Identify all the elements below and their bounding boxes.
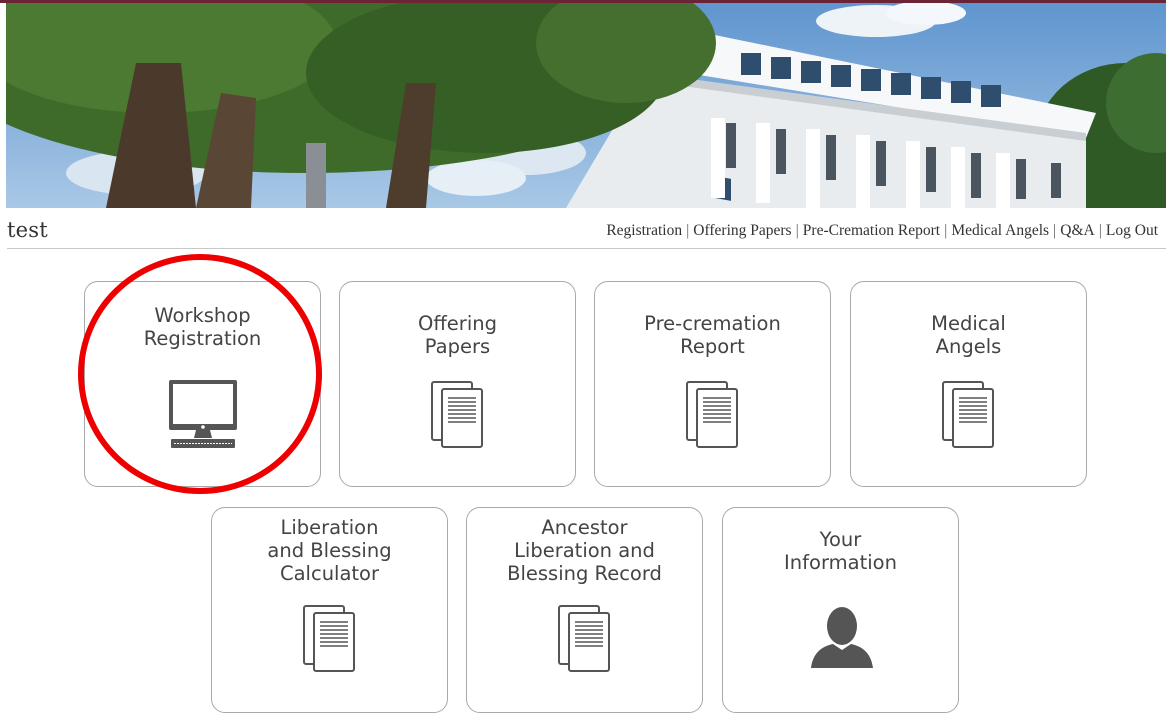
site-name: test	[7, 218, 48, 242]
header-divider	[7, 248, 1166, 249]
nav-qa-link[interactable]: Q&A	[1056, 222, 1098, 240]
header-banner-image	[6, 3, 1166, 208]
tile-ancestor-liberation-blessing-record[interactable]: Ancestor Liberation and Blessing Record	[466, 507, 703, 713]
tile-label: Your Information	[784, 528, 897, 574]
nav-offering-papers-link[interactable]: Offering Papers	[689, 222, 795, 240]
tile-workshop-registration[interactable]: Workshop Registration	[84, 281, 321, 487]
documents-icon	[431, 381, 483, 448]
desktop-computer-icon	[169, 380, 237, 448]
documents-icon	[303, 605, 355, 672]
tile-label: Ancestor Liberation and Blessing Record	[507, 516, 662, 585]
documents-icon	[942, 381, 994, 448]
tile-your-information[interactable]: Your Information	[722, 507, 959, 713]
nav-registration-link[interactable]: Registration	[602, 222, 686, 240]
tile-label: Liberation and Blessing Calculator	[267, 516, 392, 585]
nav-medical-angels-link[interactable]: Medical Angels	[947, 222, 1053, 240]
nav-pre-cremation-report-link[interactable]: Pre-Cremation Report	[799, 222, 944, 240]
documents-icon	[686, 381, 738, 448]
documents-icon	[558, 605, 610, 672]
nav-log-out-link[interactable]: Log Out	[1102, 222, 1162, 240]
tile-liberation-blessing-calculator[interactable]: Liberation and Blessing Calculator	[211, 507, 448, 713]
tile-pre-cremation-report[interactable]: Pre-cremation Report	[594, 281, 831, 487]
tile-label: Pre-cremation Report	[644, 312, 781, 358]
top-navigation: Registration | Offering Papers | Pre-Cre…	[602, 222, 1162, 240]
tile-label: Workshop Registration	[143, 304, 262, 350]
tile-label: Offering Papers	[418, 312, 497, 358]
user-silhouette-icon	[811, 607, 873, 668]
tile-label: Medical Angels	[931, 312, 1006, 358]
tile-medical-angels[interactable]: Medical Angels	[850, 281, 1087, 487]
tile-offering-papers[interactable]: Offering Papers	[339, 281, 576, 487]
